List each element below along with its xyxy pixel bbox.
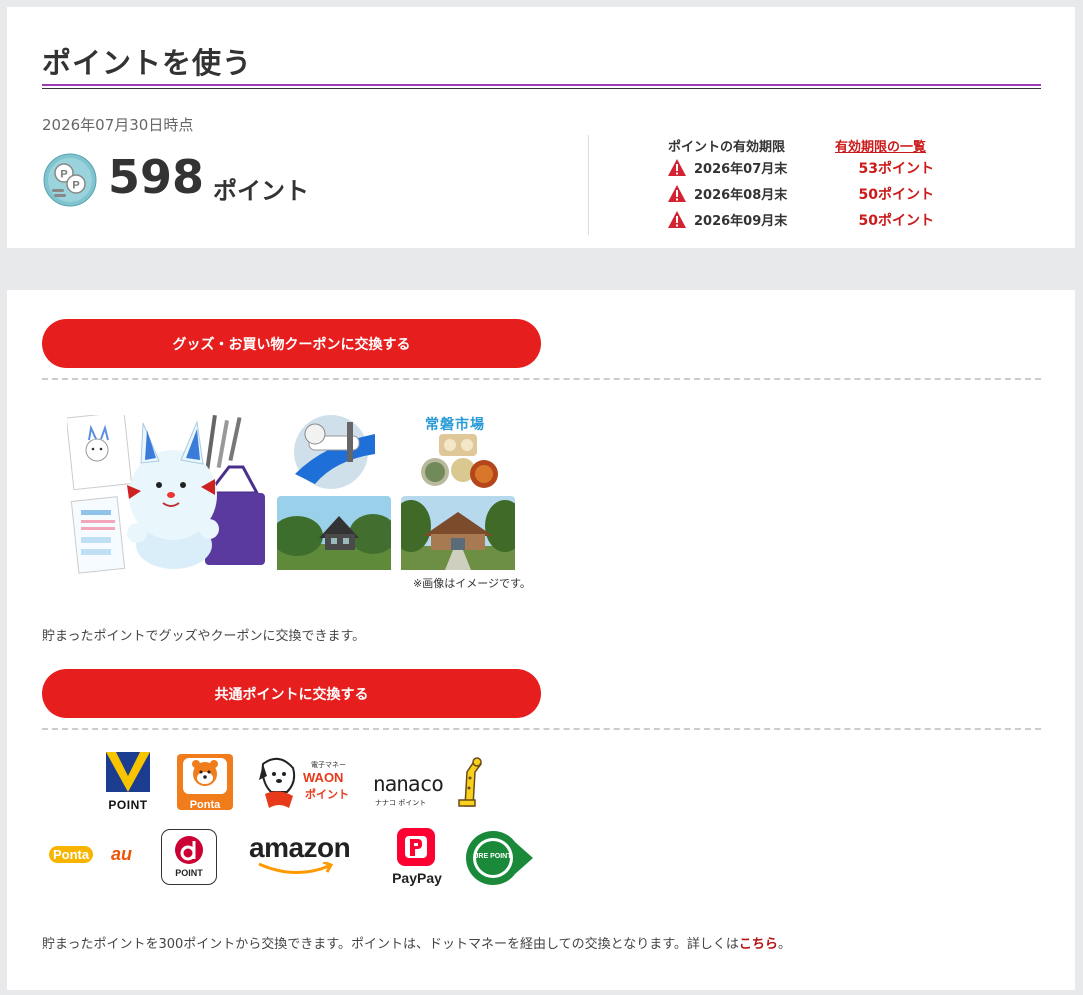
paypay-text: PayPay	[392, 870, 442, 886]
ponta-au-ponta-text: Ponta	[49, 846, 94, 863]
v-point-text: POINT	[108, 798, 148, 812]
v-point-logo: POINT	[106, 752, 150, 812]
amazon-smile-icon	[258, 862, 334, 875]
points-balance: 598	[108, 150, 205, 204]
as-of-date: 2026年07月30日時点	[42, 116, 194, 134]
mascot-goods-image	[127, 415, 265, 569]
ponta-raccoon-icon	[183, 758, 227, 794]
nanaco-main-text: nanaco	[373, 772, 444, 796]
market-food-image	[421, 434, 498, 488]
exchange-goods-button[interactable]: グッズ・お買い物クーポンに交換する	[42, 319, 541, 368]
dashed-divider	[42, 378, 1041, 380]
points-coin-icon: P P	[43, 153, 97, 207]
svg-text:P: P	[60, 169, 67, 181]
points-summary-card: ポイントを使う 2026年07月30日時点 P P 598 ポイント ポイントの…	[7, 7, 1075, 248]
d-point-text: POINT	[175, 868, 203, 878]
exchange-common-points-button[interactable]: 共通ポイントに交換する	[42, 669, 541, 718]
expiry-row: 2026年09月末 50ポイント	[668, 210, 948, 230]
jre-point-text: JRE POINT	[474, 853, 512, 860]
nanaco-point-logo: nanaco ナナコ ポイント	[373, 756, 483, 808]
expiry-list-link[interactable]: 有効期限の一覧	[835, 136, 926, 155]
waon-dog-icon	[259, 757, 296, 808]
d-mark-icon	[175, 836, 203, 864]
expiry-points: 50ポイント	[858, 213, 934, 229]
goods-description: 貯まったポイントでグッズやクーポンに交換できます。	[42, 629, 366, 644]
section-divider	[588, 135, 589, 235]
common-desc-text: 貯まったポイントを300ポイントから交換できます。ポイントは、ドットマネーを経由…	[42, 937, 739, 952]
jre-point-logo: JRE POINT	[465, 830, 535, 886]
warning-icon	[668, 159, 686, 176]
expiry-row: 2026年08月末 50ポイント	[668, 184, 948, 204]
page-title: ポイントを使う	[42, 46, 253, 80]
title-divider	[42, 84, 1041, 89]
image-note: ※画像はイメージです。	[413, 577, 531, 590]
waon-small-text: 電子マネー	[311, 761, 346, 769]
giraffe-icon	[458, 757, 483, 807]
amazon-logo: amazon	[249, 832, 359, 878]
exchange-options-card: グッズ・お買い物クーポンに交換する 常磐市場 ※画像はイメージです。 貯まったポ…	[7, 290, 1075, 990]
expiry-date: 2026年09月末	[694, 214, 788, 229]
tourist-center-image	[401, 496, 515, 570]
expiry-points: 53ポイント	[858, 161, 934, 177]
points-unit: ポイント	[213, 177, 309, 205]
expiry-points: 50ポイント	[858, 187, 934, 203]
common-points-description: 貯まったポイントを300ポイントから交換できます。ポイントは、ドットマネーを経由…	[42, 933, 791, 952]
guideway-bus-image	[294, 415, 375, 489]
details-link[interactable]: こちら	[739, 937, 778, 952]
svg-text:P: P	[72, 180, 79, 192]
museum-building-image	[277, 496, 391, 570]
waon-point-logo: 電子マネー WAON ポイント	[257, 754, 357, 810]
expiry-date: 2026年08月末	[694, 188, 788, 203]
warning-icon	[668, 185, 686, 202]
amazon-text: amazon	[249, 832, 351, 863]
paypay-mark-icon	[397, 828, 435, 866]
paypay-logo: PayPay	[385, 828, 449, 888]
dashed-divider	[42, 728, 1041, 730]
waon-sub-text: ポイント	[305, 788, 349, 801]
ponta-au-logo: Ponta au	[49, 844, 149, 870]
common-desc-suffix: 。	[777, 937, 791, 952]
nanaco-sub-text: ナナコ ポイント	[375, 799, 427, 807]
expiry-date: 2026年07月末	[694, 162, 788, 177]
joban-market-label: 常磐市場	[425, 417, 485, 433]
v-point-mark-icon	[106, 752, 150, 792]
expiry-title: ポイントの有効期限	[668, 140, 786, 155]
expiry-row: 2026年07月末 53ポイント	[668, 158, 948, 178]
ponta-text: Ponta	[189, 799, 221, 811]
ponta-au-au-text: au	[111, 844, 133, 864]
warning-icon	[668, 211, 686, 228]
ponta-logo: Ponta	[177, 754, 233, 811]
waon-main-text: WAON	[303, 770, 344, 785]
d-point-logo: POINT	[161, 829, 217, 885]
